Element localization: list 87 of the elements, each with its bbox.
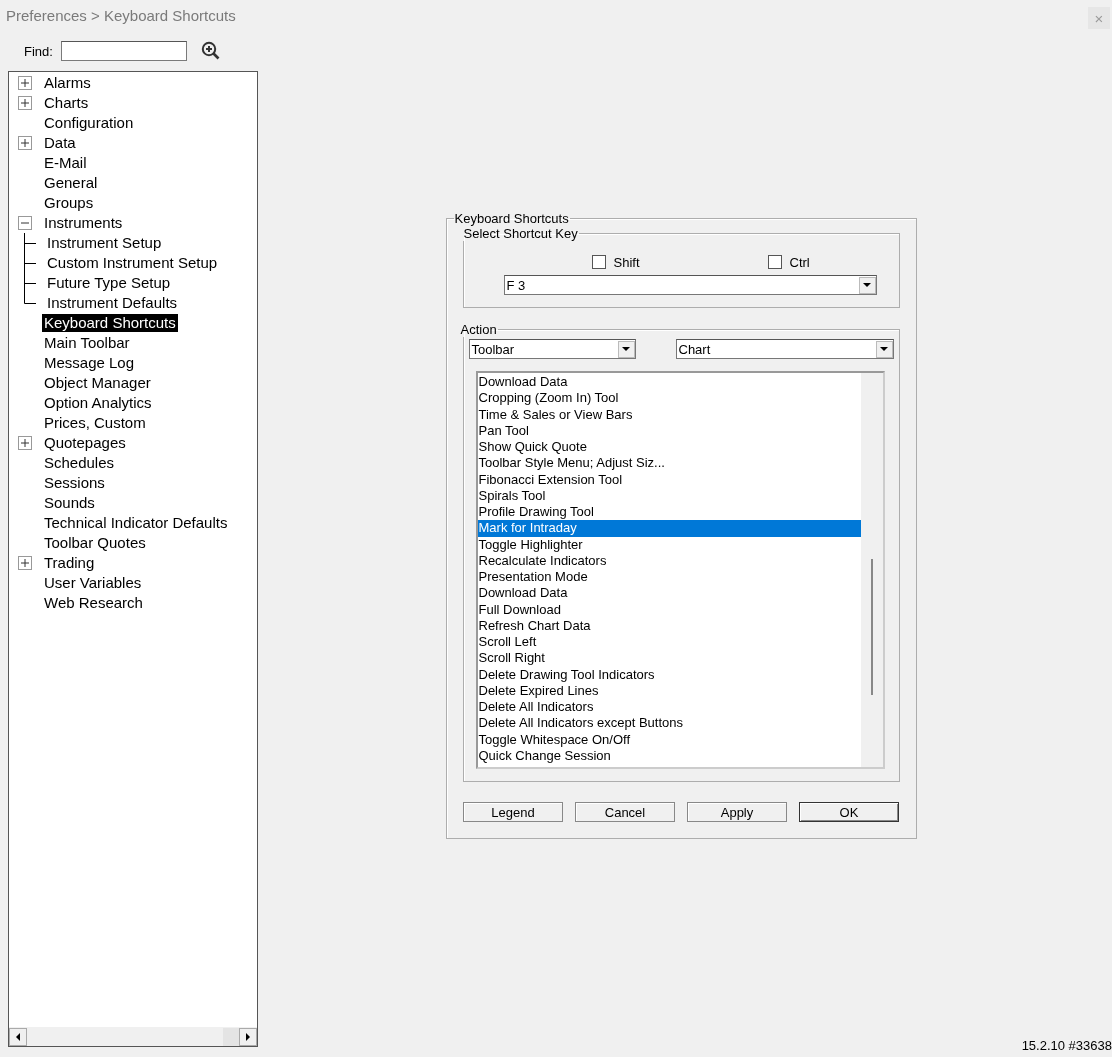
checkbox[interactable] (767, 255, 782, 269)
tree-item[interactable]: Option Analytics (42, 394, 154, 412)
list-item[interactable]: Quick Change Session (477, 747, 861, 764)
caret-icon (880, 347, 888, 351)
dialog-button[interactable]: Apply (687, 802, 787, 822)
tree-item[interactable]: Object Manager (42, 374, 153, 392)
group-title: Select Shortcut Key (462, 226, 579, 241)
tree-item[interactable]: Charts (42, 94, 91, 112)
tree-branch-icon (24, 233, 36, 253)
dialog-button[interactable]: Legend (463, 802, 563, 822)
zoom-in-icon[interactable] (200, 41, 221, 61)
checkbox[interactable] (591, 255, 606, 269)
list-item[interactable]: Download Data (477, 585, 861, 602)
key-dropdown[interactable]: F 3 (503, 275, 877, 295)
dialog-button[interactable]: Cancel (575, 802, 675, 822)
tree-item[interactable]: User Variables (42, 574, 144, 592)
tree-item[interactable]: General (42, 174, 100, 192)
tree-item[interactable]: Future Type Setup (45, 274, 173, 292)
tree-item[interactable]: Main Toolbar (42, 334, 132, 352)
expand-icon[interactable] (18, 76, 32, 90)
list-item[interactable]: Toggle Whitespace On/Off (477, 731, 861, 748)
scrollbar-thumb[interactable] (870, 559, 873, 695)
context-dropdown[interactable]: Chart (675, 339, 894, 359)
scroll-left-button[interactable] (9, 1028, 27, 1046)
tree-branch-icon (24, 253, 36, 273)
find-label: Find: (24, 43, 53, 59)
list-item[interactable]: Spirals Tool (477, 487, 861, 504)
tree-item[interactable]: Trading (42, 554, 97, 572)
expand-icon[interactable] (18, 556, 32, 570)
tree-item[interactable]: Keyboard Shortcuts (42, 314, 178, 332)
tree-item[interactable]: Instrument Setup (45, 234, 164, 252)
group-title: Keyboard Shortcuts (453, 211, 570, 226)
dialog-button[interactable]: OK (799, 802, 899, 822)
list-item[interactable]: Recalculate Indicators (477, 552, 861, 569)
tree-item[interactable]: Web Research (42, 594, 145, 612)
list-item[interactable]: Delete Drawing Tool Indicators (477, 666, 861, 683)
list-item[interactable]: Time & Sales or View Bars (477, 406, 861, 423)
tree-item[interactable]: Data (42, 134, 78, 152)
list-item[interactable]: Delete All Indicators (477, 699, 861, 716)
expand-icon[interactable] (18, 436, 32, 450)
list-item[interactable]: Presentation Mode (477, 569, 861, 586)
tree-item[interactable]: Prices, Custom (42, 414, 148, 432)
tree-item[interactable]: Sessions (42, 474, 107, 492)
tree-item[interactable]: E-Mail (42, 154, 89, 172)
list-item[interactable]: Scroll Right (477, 650, 861, 667)
tree-item[interactable]: Toolbar Quotes (42, 534, 148, 552)
list-item[interactable]: Refresh Chart Data (477, 617, 861, 634)
left-arrow-icon (16, 1033, 20, 1041)
list-item[interactable]: Scroll Left (477, 634, 861, 651)
list-item[interactable]: Delete Expired Lines (477, 682, 861, 699)
list-item[interactable]: Toggle Highlighter (477, 536, 861, 553)
list-item[interactable]: Download Data (477, 374, 861, 391)
tree-item[interactable]: Sounds (42, 494, 97, 512)
category-dropdown[interactable]: Toolbar (468, 339, 636, 359)
window-title: Preferences > Keyboard Shortcuts (6, 6, 236, 24)
version-label: 15.2.10 #33638 (1021, 1038, 1112, 1053)
caret-icon (863, 283, 871, 287)
tree-item[interactable]: Instruments (42, 214, 125, 232)
group-title: Action (459, 322, 498, 337)
tree-item[interactable]: Technical Indicator Defaults (42, 514, 230, 532)
collapse-icon[interactable] (18, 216, 32, 230)
list-item[interactable]: Full Download (477, 601, 861, 618)
expand-icon[interactable] (18, 136, 32, 150)
list-item[interactable]: Toolbar Style Menu; Adjust Siz... (477, 455, 861, 472)
tree-item[interactable]: Message Log (42, 354, 137, 372)
tree-item[interactable]: Alarms (42, 74, 93, 92)
scroll-right-button[interactable] (239, 1028, 257, 1046)
list-item[interactable]: Pan Tool (477, 422, 861, 439)
checkbox-label: Shift (613, 254, 640, 270)
tree-item[interactable]: Custom Instrument Setup (45, 254, 220, 272)
scrollbar-thumb[interactable] (223, 1028, 239, 1046)
find-field[interactable] (60, 41, 187, 61)
list-item[interactable]: Fibonacci Extension Tool (477, 471, 861, 488)
list-item[interactable]: Show Quick Quote (477, 439, 861, 456)
checkbox-label: Ctrl (789, 254, 810, 270)
expand-icon[interactable] (18, 96, 32, 110)
list-item[interactable]: Profile Drawing Tool (477, 504, 861, 521)
tree-item[interactable]: Instrument Defaults (45, 294, 180, 312)
list-item[interactable]: Delete All Indicators except Buttons (477, 715, 861, 732)
list-item[interactable]: Mark for Intraday (477, 520, 861, 537)
right-arrow-icon (246, 1033, 250, 1041)
tree-item[interactable]: Quotepages (42, 434, 128, 452)
tree-item[interactable]: Groups (42, 194, 96, 212)
tree-item[interactable]: Schedules (42, 454, 117, 472)
caret-icon (622, 347, 630, 351)
tree-item[interactable]: Configuration (42, 114, 136, 132)
list-item[interactable]: Cropping (Zoom In) Tool (477, 390, 861, 407)
